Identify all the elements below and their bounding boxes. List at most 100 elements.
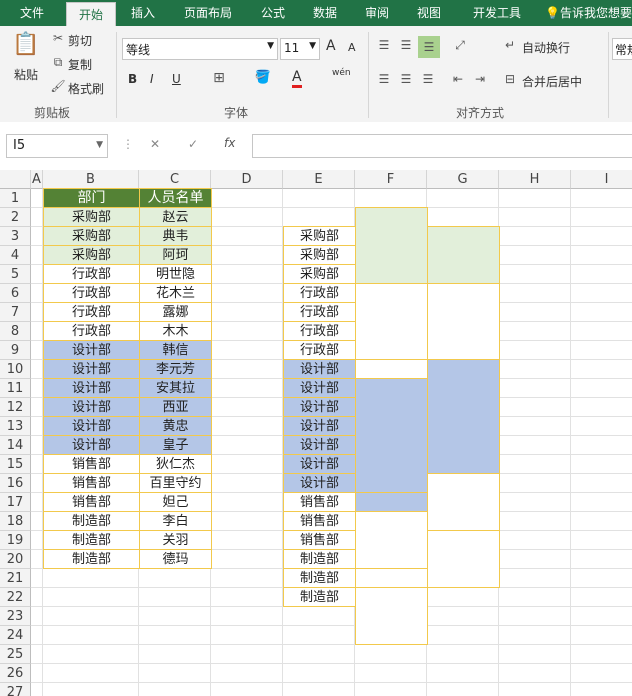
tab-review[interactable]: 审阅	[354, 0, 400, 26]
row-header-15[interactable]: 15	[0, 455, 31, 474]
header-cell-department[interactable]: 部门	[43, 188, 140, 208]
staff-cell[interactable]: 安其拉	[139, 378, 212, 398]
department-cell[interactable]: 制造部	[43, 549, 140, 569]
department-cell[interactable]: 设计部	[43, 378, 140, 398]
list-cell-e[interactable]: 制造部	[283, 549, 356, 569]
row-header-24[interactable]: 24	[0, 626, 31, 645]
shrink-font-button[interactable]: A	[348, 41, 356, 54]
row-header-27[interactable]: 27	[0, 683, 31, 696]
align-left-icon[interactable]: ☰	[376, 72, 392, 86]
row-header-26[interactable]: 26	[0, 664, 31, 683]
list-cell-e[interactable]: 设计部	[283, 473, 356, 493]
list-cell-e[interactable]: 设计部	[283, 359, 356, 379]
insert-function-icon[interactable]: fx	[224, 136, 235, 150]
department-cell[interactable]: 制造部	[43, 511, 140, 531]
merged-block-f-purchase[interactable]	[355, 207, 428, 284]
column-header-a[interactable]: A	[31, 170, 43, 189]
row-header-2[interactable]: 2	[0, 208, 31, 227]
row-header-6[interactable]: 6	[0, 284, 31, 303]
row-header-14[interactable]: 14	[0, 436, 31, 455]
department-cell[interactable]: 采购部	[43, 245, 140, 265]
align-bottom-icon[interactable]: ☰	[418, 36, 440, 58]
list-cell-e[interactable]: 销售部	[283, 530, 356, 550]
copy-icon[interactable]: ⧉	[50, 55, 66, 70]
name-box[interactable]: I5 ▼	[6, 134, 108, 158]
merged-block-f-gap2[interactable]	[355, 568, 428, 588]
enter-icon[interactable]: ✓	[188, 137, 198, 151]
bold-button[interactable]: B	[128, 72, 137, 86]
staff-cell[interactable]: 花木兰	[139, 283, 212, 303]
merged-block-f-admin[interactable]	[355, 283, 428, 360]
merged-block-f-design-tail[interactable]	[355, 492, 428, 512]
list-cell-e[interactable]: 行政部	[283, 283, 356, 303]
list-cell-e[interactable]: 行政部	[283, 302, 356, 322]
tab-developer[interactable]: 开发工具	[462, 0, 532, 26]
column-header-f[interactable]: F	[355, 170, 427, 189]
staff-cell[interactable]: 皇子	[139, 435, 212, 455]
row-header-20[interactable]: 20	[0, 550, 31, 569]
row-header-17[interactable]: 17	[0, 493, 31, 512]
spreadsheet-grid[interactable]: ABCDEFGHI 1 2 3 4 5 6 7 8 9 10 11 12 13 14 15 16 17 18 19 2…	[0, 170, 632, 696]
row-header-25[interactable]: 25	[0, 645, 31, 664]
list-cell-e[interactable]: 设计部	[283, 378, 356, 398]
font-size-dropdown[interactable]: 11 ▼	[280, 38, 320, 60]
merged-block-f-design[interactable]	[355, 378, 428, 493]
staff-cell[interactable]: 关羽	[139, 530, 212, 550]
format-painter-button[interactable]: 格式刷	[68, 80, 104, 97]
department-cell[interactable]: 行政部	[43, 321, 140, 341]
tab-view[interactable]: 视图	[406, 0, 452, 26]
row-header-7[interactable]: 7	[0, 303, 31, 322]
list-cell-e[interactable]: 制造部	[283, 568, 356, 588]
department-cell[interactable]: 行政部	[43, 264, 140, 284]
tab-data[interactable]: 数据	[302, 0, 348, 26]
column-header-h[interactable]: H	[499, 170, 571, 189]
cut-button[interactable]: 剪切	[68, 32, 92, 49]
staff-cell[interactable]: 赵云	[139, 207, 212, 227]
staff-cell[interactable]: 西亚	[139, 397, 212, 417]
department-cell[interactable]: 设计部	[43, 340, 140, 360]
font-name-dropdown[interactable]: 等线 ▼	[122, 38, 278, 60]
merged-block-f-sales[interactable]	[355, 511, 428, 569]
staff-cell[interactable]: 明世隐	[139, 264, 212, 284]
department-cell[interactable]: 行政部	[43, 283, 140, 303]
merged-block-f-manufacturing[interactable]	[355, 587, 428, 645]
department-cell[interactable]: 设计部	[43, 359, 140, 379]
staff-cell[interactable]: 黄忠	[139, 416, 212, 436]
phonetic-button[interactable]: wén	[332, 68, 351, 78]
list-cell-e[interactable]: 采购部	[283, 226, 356, 246]
format-painter-icon[interactable]: 🖌	[50, 79, 66, 93]
list-cell-e[interactable]: 设计部	[283, 435, 356, 455]
tab-home[interactable]: 开始	[66, 2, 116, 26]
wrap-text-icon[interactable]: ↵	[502, 38, 518, 52]
cancel-icon[interactable]: ✕	[150, 137, 160, 151]
copy-button[interactable]: 复制	[68, 56, 92, 73]
number-format-dropdown[interactable]: 常规	[612, 38, 632, 60]
orientation-icon[interactable]: ⤢	[450, 38, 470, 53]
staff-cell[interactable]: 木木	[139, 321, 212, 341]
row-header-11[interactable]: 11	[0, 379, 31, 398]
staff-cell[interactable]: 典韦	[139, 226, 212, 246]
list-cell-e[interactable]: 设计部	[283, 397, 356, 417]
increase-indent-icon[interactable]: ⇥	[472, 72, 488, 86]
row-header-16[interactable]: 16	[0, 474, 31, 493]
scissors-icon[interactable]: ✂	[50, 31, 66, 45]
wrap-text-button[interactable]: 自动换行	[522, 39, 570, 56]
row-header-5[interactable]: 5	[0, 265, 31, 284]
decrease-indent-icon[interactable]: ⇤	[450, 72, 466, 86]
column-header-c[interactable]: C	[139, 170, 211, 189]
underline-button[interactable]: U	[172, 72, 181, 86]
staff-cell[interactable]: 露娜	[139, 302, 212, 322]
font-color-button[interactable]: A	[292, 70, 302, 88]
tell-me-search[interactable]: 💡告诉我您想要	[545, 0, 632, 26]
list-cell-e[interactable]: 设计部	[283, 454, 356, 474]
row-header-18[interactable]: 18	[0, 512, 31, 531]
column-header-e[interactable]: E	[283, 170, 355, 189]
merged-block-g-admin[interactable]	[427, 283, 500, 360]
list-cell-e[interactable]: 销售部	[283, 511, 356, 531]
row-header-1[interactable]: 1	[0, 189, 31, 208]
department-cell[interactable]: 销售部	[43, 454, 140, 474]
row-header-4[interactable]: 4	[0, 246, 31, 265]
row-header-21[interactable]: 21	[0, 569, 31, 588]
formula-input[interactable]	[252, 134, 632, 158]
row-header-9[interactable]: 9	[0, 341, 31, 360]
